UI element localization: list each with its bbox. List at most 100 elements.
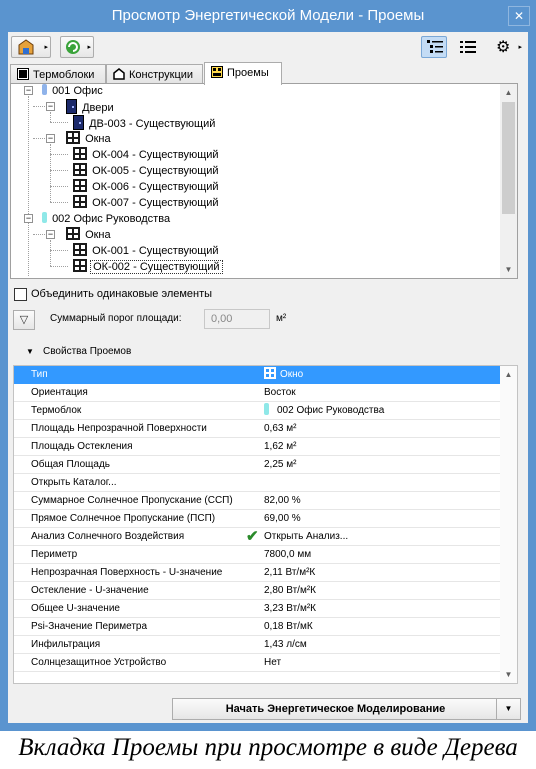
scroll-down-icon[interactable]: ▼ xyxy=(500,261,517,278)
property-row[interactable]: Непрозрачная Поверхность - U-значение 2,… xyxy=(14,564,501,582)
tree-zone-002[interactable]: 002 Офис Руководства xyxy=(42,211,172,227)
merge-elements-checkbox[interactable] xyxy=(14,288,27,301)
tree-group-windows[interactable]: Окна xyxy=(66,131,113,147)
property-name: Psi-Значение Периметра xyxy=(31,621,148,632)
structures-icon xyxy=(113,68,125,80)
tree-item[interactable]: ОК-005 - Существующий xyxy=(73,163,221,179)
property-row[interactable]: Общее U-значение 3,23 Вт/м²К xyxy=(14,600,501,618)
tree-zone-001[interactable]: 001 Офис xyxy=(42,84,105,99)
building-icon xyxy=(18,39,34,55)
properties-scrollbar[interactable]: ▲ ▼ xyxy=(500,366,517,683)
filter-button[interactable]: ▽ xyxy=(13,310,35,330)
property-name: Прямое Солнечное Пропускание (ПСП) xyxy=(31,513,216,524)
property-value: 2,25 м² xyxy=(264,459,297,470)
tree-item[interactable]: ОК-006 - Существующий xyxy=(73,179,221,195)
window-icon xyxy=(73,259,87,272)
tab-thermal-blocks[interactable]: Термоблоки xyxy=(10,64,106,84)
area-threshold-input[interactable]: 0,00 xyxy=(204,309,270,329)
property-value: 0,63 м² xyxy=(264,423,297,434)
property-name: Непрозрачная Поверхность - U-значение xyxy=(31,567,223,578)
refresh-button[interactable]: ▸ xyxy=(60,36,94,58)
tree-item-selected[interactable]: ОК-002 - Существующий xyxy=(73,259,223,275)
property-row[interactable]: Остекление - U-значение 2,80 Вт/м²К xyxy=(14,582,501,600)
property-row[interactable]: Площадь Непрозрачной Поверхности 0,63 м² xyxy=(14,420,501,438)
gear-icon: ⚙ xyxy=(496,39,511,56)
openings-tree: − 001 Офис − Двери ДВ-003 - Существующий… xyxy=(10,83,518,279)
tree-item-label: ОК-006 - Существующий xyxy=(92,181,219,193)
settings-button[interactable]: ⚙ ▸ xyxy=(491,36,525,58)
property-row[interactable]: Прямое Солнечное Пропускание (ПСП) 69,00… xyxy=(14,510,501,528)
tab-label: Проемы xyxy=(227,67,269,79)
window-icon xyxy=(73,243,87,256)
door-icon xyxy=(66,99,77,114)
property-name: Общее U-значение xyxy=(31,603,120,614)
energy-model-window: Просмотр Энергетической Модели - Проемы … xyxy=(0,0,536,731)
toolbar: ▸ ▸ ⚙ ▸ xyxy=(8,32,528,62)
expand-toggle[interactable]: − xyxy=(46,134,55,143)
property-name: Площадь Непрозрачной Поверхности xyxy=(31,423,207,434)
tree-group-doors[interactable]: Двери xyxy=(66,99,116,115)
start-energy-simulation-button[interactable]: Начать Энергетическое Моделирование ▼ xyxy=(172,698,521,720)
dropdown-arrow-icon: ▸ xyxy=(518,44,522,51)
property-value: 0,18 Вт/мК xyxy=(264,621,313,632)
tree-group-label: Двери xyxy=(82,102,114,114)
window-icon xyxy=(73,179,87,192)
close-button[interactable]: ✕ xyxy=(508,6,530,26)
title-bar[interactable]: Просмотр Энергетической Модели - Проемы … xyxy=(0,0,536,32)
section-title: Свойства Проемов xyxy=(43,346,132,357)
property-row[interactable]: Общая Площадь 2,25 м² xyxy=(14,456,501,474)
property-row[interactable]: Ориентация Восток xyxy=(14,384,501,402)
expand-toggle[interactable]: − xyxy=(24,86,33,95)
tree-item[interactable]: ОК-007 - Существующий xyxy=(73,195,221,211)
building-model-button[interactable]: ▸ xyxy=(11,36,51,58)
open-catalog-link[interactable]: Открыть Каталог... xyxy=(31,474,117,492)
dropdown-arrow-icon[interactable]: ▼ xyxy=(496,699,520,719)
open-analysis-link[interactable]: Открыть Анализ... xyxy=(264,528,348,546)
expand-toggle[interactable]: − xyxy=(24,214,33,223)
scroll-down-icon[interactable]: ▼ xyxy=(500,666,517,683)
property-row[interactable]: Солнцезащитное Устройство Нет xyxy=(14,654,501,672)
property-name: Ориентация xyxy=(31,387,88,398)
property-row-type[interactable]: Тип Окно xyxy=(14,366,501,384)
tree-group-label: Окна xyxy=(85,133,111,145)
scroll-thumb[interactable] xyxy=(502,102,515,214)
tab-bar: Термоблоки Конструкции Проемы xyxy=(8,62,528,85)
thermal-blocks-icon xyxy=(17,68,29,80)
tree-item[interactable]: ОК-004 - Существующий xyxy=(73,147,221,163)
tree-item-label: ОК-002 - Существующий xyxy=(90,260,223,274)
list-view-button[interactable] xyxy=(454,36,480,58)
dropdown-arrow-icon: ▸ xyxy=(44,44,48,51)
property-row-thermal-block[interactable]: Термоблок 002 Офис Руководства xyxy=(14,402,501,420)
property-value: 7800,0 мм xyxy=(264,549,312,560)
tab-openings[interactable]: Проемы xyxy=(204,62,282,85)
openings-properties-header[interactable]: ▼ Свойства Проемов xyxy=(12,343,522,361)
tree-group-windows[interactable]: Окна xyxy=(66,227,113,243)
property-row[interactable]: Периметр 7800,0 мм xyxy=(14,546,501,564)
property-row-solar-analysis[interactable]: Анализ Солнечного Воздействия ✔ Открыть … xyxy=(14,528,501,546)
property-row[interactable]: Psi-Значение Периметра 0,18 Вт/мК xyxy=(14,618,501,636)
property-row[interactable]: Площадь Остекления 1,62 м² xyxy=(14,438,501,456)
scroll-up-icon[interactable]: ▲ xyxy=(500,84,517,101)
expand-toggle[interactable]: − xyxy=(46,230,55,239)
expand-toggle[interactable]: − xyxy=(46,102,55,111)
tree-group-label: Окна xyxy=(85,229,111,241)
tab-label: Конструкции xyxy=(129,69,194,81)
open-catalog-row[interactable]: Открыть Каталог... xyxy=(14,474,501,492)
window-title: Просмотр Энергетической Модели - Проемы xyxy=(111,7,425,24)
zone-color-swatch xyxy=(264,403,269,415)
tree-item[interactable]: ОК-001 - Существующий xyxy=(73,243,221,259)
tab-structures[interactable]: Конструкции xyxy=(106,64,203,84)
property-row[interactable]: Инфильтрация 1,43 л/см xyxy=(14,636,501,654)
property-row[interactable]: Суммарное Солнечное Пропускание (ССП) 82… xyxy=(14,492,501,510)
tree-view-button[interactable] xyxy=(421,36,447,58)
window-icon xyxy=(66,227,80,240)
tree-item[interactable]: ДВ-003 - Существующий xyxy=(73,115,217,131)
scroll-up-icon[interactable]: ▲ xyxy=(500,366,517,383)
window-icon xyxy=(73,195,87,208)
property-value: Окно xyxy=(280,369,304,380)
button-label: Начать Энергетическое Моделирование xyxy=(225,703,446,715)
properties-table: Тип Окно Ориентация Восток Термоблок 002… xyxy=(13,365,518,684)
property-name: Анализ Солнечного Воздействия xyxy=(31,531,185,542)
tree-item-label: ОК-007 - Существующий xyxy=(92,197,219,209)
tree-scrollbar[interactable]: ▲ ▼ xyxy=(500,84,517,278)
